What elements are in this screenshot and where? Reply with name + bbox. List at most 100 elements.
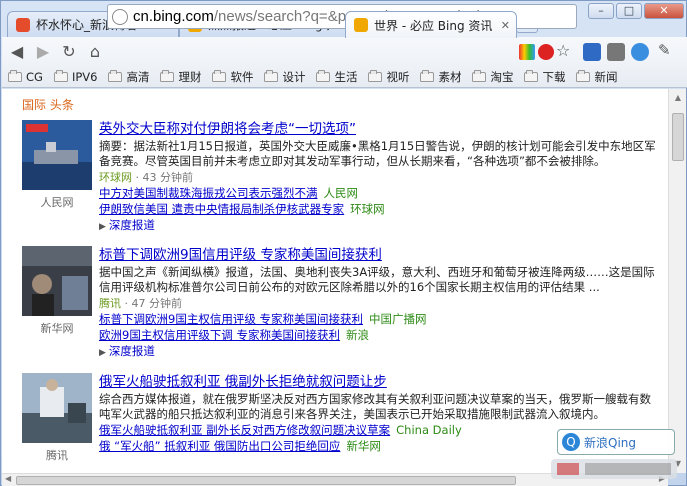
news-title-link[interactable]: 英外交大臣称对付伊朗将会考虑“一切选项” [99,120,659,138]
deep-coverage-label: 深度报道 [108,218,155,232]
scrollbar-thumb[interactable] [16,476,516,485]
tab-title: 世界 - 必应 Bing 资讯 [374,18,493,33]
bookmark-label: CG [26,70,43,84]
related-source[interactable]: 中国广播网 [369,312,427,326]
folder-icon [108,70,123,82]
bookmark-label: 视听 [386,70,410,84]
folder-icon [472,70,487,82]
browser-window: 杯水怀心_新浪博客 ✕ 焦点报道 - 必应 Bing 资讯 ✕ 世界 - 必应 … [0,0,687,486]
download-extension-icon[interactable] [583,43,601,61]
scroll-left-arrow-icon[interactable]: ◀ [5,474,11,483]
sina-qing-share-widget[interactable]: Q 新浪Qing [557,429,675,455]
bookmarks-bar: CG IPV6 高清 理财 软件 设计 生活 视听 素材 淘宝 下载 新闻 [2,67,687,88]
related-link[interactable]: 中方对美国制裁珠海振戎公司表示强烈不满 [99,186,318,200]
adblock-icon[interactable] [538,44,554,60]
folder-icon [53,70,68,82]
deep-coverage-label: 深度报道 [108,344,155,358]
bookmark-star-icon[interactable]: ☆ [556,41,570,60]
news-source[interactable]: 环球网 [99,171,132,184]
watermark-logo [551,459,677,479]
related-source[interactable]: 环球网 [350,202,385,216]
news-meta: 腾讯 · 47 分钟前 [99,295,659,311]
thumbnail-source: 新华网 [40,322,74,335]
bookmark-folder-download[interactable]: 下载 [524,69,565,85]
news-item: 新华网 标普下调欧洲9国信用评级 专家称美国间接获利 据中国之声《新闻纵横》报道… [22,246,662,364]
magnifier-icon: Q [562,433,580,451]
reload-button[interactable]: ↻ [58,41,80,63]
bookmark-folder-hd[interactable]: 高清 [108,69,149,85]
back-button[interactable]: ◀ [6,41,28,63]
related-source[interactable]: 新华网 [346,439,381,453]
deep-coverage-link[interactable]: ▶ 深度报道 [99,217,659,235]
scroll-up-arrow-icon[interactable]: ▲ [671,91,685,105]
bookmark-folder-software[interactable]: 软件 [212,69,253,85]
bookmark-folder-ipv6[interactable]: IPV6 [53,70,98,84]
related-story: 中方对美国制裁珠海振戎公司表示强烈不满 人民网 [99,185,659,201]
news-content: 英外交大臣称对付伊朗将会考虑“一切选项” 摘要：据法新社1月15日报道，英国外交… [99,120,659,235]
related-source[interactable]: 人民网 [324,186,359,200]
folder-icon [524,70,539,82]
bookmark-folder-taobao[interactable]: 淘宝 [472,69,513,85]
bookmark-label: 新闻 [594,70,618,84]
news-time: · 43 分钟前 [135,171,194,184]
expand-arrow-icon: ▶ [99,222,106,232]
folder-icon [160,70,175,82]
related-source[interactable]: China Daily [396,423,462,437]
page-content: 国际 头条 人民网 英外交大臣称对付伊朗将会考虑“一切选项” 摘要：据法新社1月… [2,89,668,473]
news-time: · 47 分钟前 [124,297,183,310]
related-link[interactable]: 标普下调欧洲9国主权信用评级 专家称美国间接获利 [99,312,363,326]
folder-icon [8,70,22,82]
bookmark-label: IPV6 [71,70,98,84]
expand-arrow-icon: ▶ [99,348,106,358]
tab-bing-world[interactable]: 世界 - 必应 Bing 资讯 ✕ [345,11,517,38]
related-link[interactable]: 俄 “军火船” 抵叙利亚 俄国防出口公司拒绝回应 [99,439,340,453]
related-link[interactable]: 伊朗致信美国 遣责中央情报局制杀伊核武器专家 [99,202,344,216]
wrench-menu-icon[interactable]: ✎ [658,41,671,59]
bookmark-folder-cg[interactable]: CG [8,70,43,84]
news-thumbnail[interactable] [22,120,92,190]
close-tab-icon[interactable]: ✕ [501,19,510,32]
news-snippet: 综合西方媒体报道，就在俄罗斯坚决反对西方国家修改其有关叙利亚问题决议草案的当天，… [99,392,651,421]
sina-favicon-icon [16,17,30,32]
home-button[interactable]: ⌂ [84,41,106,63]
related-story: 伊朗致信美国 遣责中央情报局制杀伊核武器专家 环球网 [99,201,659,217]
news-content: 标普下调欧洲9国信用评级 专家称美国间接获利 据中国之声《新闻纵横》报道，法国、… [99,246,659,361]
related-story: 标普下调欧洲9国主权信用评级 专家称美国间接获利 中国广播网 [99,311,659,327]
breadcrumb: 国际 头条 [22,98,74,112]
folder-icon [212,70,227,82]
close-window-button[interactable]: ✕ [644,3,684,19]
bookmark-label: 高清 [126,70,150,84]
bookmark-folder-assets[interactable]: 素材 [420,69,461,85]
news-thumbnail[interactable] [22,246,92,316]
news-meta: 环球网 · 43 分钟前 [99,169,659,185]
related-source[interactable]: 新浪 [346,328,369,342]
bookmark-label: 下载 [542,70,566,84]
share-label: 新浪Qing [584,435,637,450]
bookmark-folder-media[interactable]: 视听 [368,69,409,85]
url-host: cn.bing.com [133,8,214,25]
vertical-scrollbar[interactable]: ▲ ▼ [668,89,686,473]
bookmark-folder-design[interactable]: 设计 [264,69,305,85]
folder-icon [368,70,383,82]
bookmark-folder-finance[interactable]: 理财 [160,69,201,85]
bookmark-folder-life[interactable]: 生活 [316,69,357,85]
gear-extension-icon[interactable] [631,43,649,61]
scrollbar-thumb[interactable] [672,113,684,161]
related-link[interactable]: 俄军火船驶抵叙利亚 副外长反对西方修改叙问题决议草案 [99,423,390,437]
folder-icon [420,70,435,82]
screenshot-extension-icon[interactable] [607,43,625,61]
forward-button[interactable]: ▶ [32,41,54,63]
bookmark-folder-news[interactable]: 新闻 [576,69,617,85]
news-title-link[interactable]: 标普下调欧洲9国信用评级 专家称美国间接获利 [99,246,659,264]
color-extension-icon[interactable] [519,44,535,60]
news-title-link[interactable]: 俄军火船驶抵叙利亚 俄副外长拒绝就叙问题让步 [99,373,659,391]
maximize-button[interactable]: □ [616,3,642,19]
news-snippet: 摘要：据法新社1月15日报道，英国外交大臣威廉•黑格1月15日警告说，伊朗的核计… [99,139,656,168]
minimize-button[interactable]: – [588,3,614,19]
bing-favicon-icon [354,18,368,32]
news-thumbnail[interactable] [22,373,92,443]
news-source[interactable]: 腾讯 [99,297,121,310]
deep-coverage-link[interactable]: ▶ 深度报道 [99,343,659,361]
folder-icon [264,70,279,82]
related-link[interactable]: 欧洲9国主权信用评级下调 专家称美国间接获利 [99,328,340,342]
